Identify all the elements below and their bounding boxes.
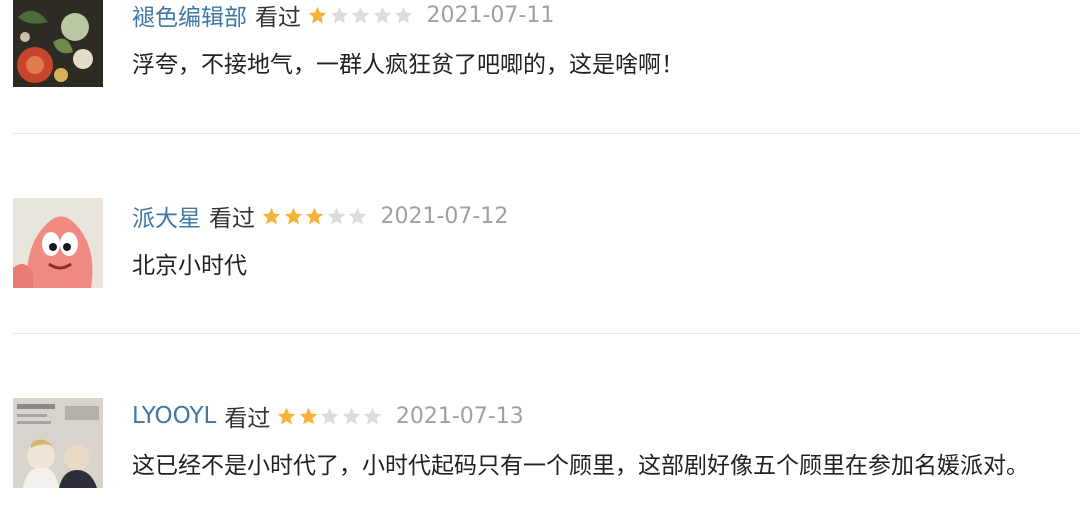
user-avatar[interactable]: [13, 0, 103, 87]
username-link[interactable]: LYOOYL: [132, 403, 216, 429]
username-link[interactable]: 褪色编辑部: [132, 0, 247, 32]
star-empty-icon: [394, 6, 413, 23]
watch-status: 看过: [224, 406, 271, 432]
user-avatar[interactable]: [13, 398, 103, 488]
rating-stars: [261, 206, 369, 227]
comment-list: 褪色编辑部 看过 2021-07-11 浮夸，不接地气，一群人疯狂贫了吧唧的，这…: [0, 0, 1080, 510]
user-avatar[interactable]: [13, 198, 103, 288]
comment-meta: 褪色编辑部 看过 2021-07-11: [132, 0, 554, 33]
star-empty-icon: [364, 407, 382, 424]
comment-text: 北京小时代: [132, 253, 247, 279]
star-filled-icon: [262, 207, 281, 224]
star-empty-icon: [330, 6, 348, 23]
comment-text: 浮夸，不接地气，一群人疯狂贫了吧唧的，这是啥啊！: [132, 52, 684, 78]
star-empty-icon: [342, 407, 361, 424]
rating-stars: [307, 5, 415, 26]
comment-item: 褪色编辑部 看过 2021-07-11 浮夸，不接地气，一群人疯狂贫了吧唧的，这…: [0, 0, 1080, 97]
comment-meta: 派大星 看过 2021-07-12: [132, 198, 508, 234]
watch-status: 看过: [209, 206, 255, 232]
star-empty-icon: [321, 407, 339, 424]
comment-meta: LYOOYL 看过 2021-07-13: [132, 398, 524, 434]
avatar-floral-icon: [13, 0, 103, 87]
avatar-patrick-icon: [13, 198, 103, 288]
star-empty-icon: [373, 6, 391, 23]
star-empty-icon: [351, 6, 370, 23]
star-filled-icon: [305, 207, 324, 224]
divider: [13, 333, 1080, 334]
star-empty-icon: [327, 207, 345, 224]
comment-date: 2021-07-12: [380, 203, 509, 229]
avatar-magazine-icon: [13, 398, 103, 488]
comment-date: 2021-07-13: [395, 403, 524, 429]
star-filled-icon: [299, 407, 318, 424]
star-filled-icon: [278, 407, 296, 424]
username-link[interactable]: 派大星: [132, 199, 201, 233]
star-filled-icon: [284, 207, 302, 224]
rating-stars: [276, 406, 384, 427]
comment-date: 2021-07-11: [426, 2, 555, 28]
comment-item: 派大星 看过 2021-07-12 北京小时代: [0, 198, 1080, 298]
star-filled-icon: [308, 6, 327, 23]
comment-text: 这已经不是小时代了，小时代起码只有一个顾里，这部剧好像五个顾里在参加名媛派对。: [132, 453, 1029, 479]
star-empty-icon: [348, 207, 367, 224]
divider: [13, 133, 1080, 134]
watch-status: 看过: [255, 5, 301, 31]
comment-item: LYOOYL 看过 2021-07-13 这已经不是小时代了，小时代起码只有一个…: [0, 398, 1080, 498]
